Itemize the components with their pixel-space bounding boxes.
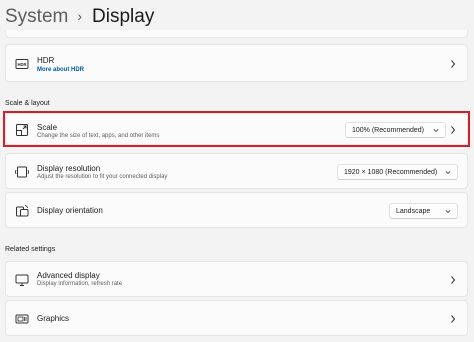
resolution-description: Adjust the resolution to fit your connec… (37, 174, 168, 180)
display-resolution-card[interactable]: Display resolution Adjust the resolution… (5, 153, 468, 189)
related-settings-heading: Related settings (5, 246, 56, 253)
scale-icon (15, 123, 29, 137)
resolution-icon (15, 165, 29, 179)
breadcrumb-separator: › (77, 8, 83, 24)
resolution-dropdown-value: 1920 × 1080 (Recommended) (344, 168, 438, 176)
advanced-display-card[interactable]: Advanced display Display information, re… (5, 261, 468, 297)
scale-layout-heading: Scale & layout (5, 100, 50, 107)
advanced-display-title: Advanced display (37, 271, 100, 280)
scale-description: Change the size of text, apps, and other… (37, 133, 160, 139)
chevron-right-icon (450, 314, 456, 324)
scale-dropdown[interactable]: 100% (Recommended) (345, 122, 446, 138)
chevron-down-icon (433, 128, 439, 133)
scale-title: Scale (37, 123, 58, 132)
chevron-right-icon (450, 59, 456, 69)
resolution-dropdown[interactable]: 1920 × 1080 (Recommended) (337, 164, 458, 180)
previous-card-edge (5, 30, 468, 38)
graphics-card[interactable]: Graphics (5, 300, 468, 336)
chevron-right-icon (450, 275, 456, 285)
hdr-title: HDR (37, 56, 55, 65)
scale-card[interactable]: Scale Change the size of text, apps, and… (5, 113, 468, 145)
chevron-down-icon (445, 209, 451, 214)
chevron-down-icon (445, 170, 451, 175)
orientation-dropdown[interactable]: Landscape (389, 203, 458, 219)
breadcrumb: System › Display (5, 4, 154, 30)
more-about-hdr-link[interactable]: More about HDR (37, 67, 84, 73)
resolution-title: Display resolution (37, 164, 101, 173)
hdr-card[interactable]: HDR HDR More about HDR (5, 44, 468, 82)
graphics-title: Graphics (37, 314, 70, 323)
graphics-icon (15, 312, 29, 326)
display-settings-page: System › Display HDR HDR More about HDR … (0, 0, 474, 342)
hdr-icon: HDR (15, 57, 29, 71)
advanced-display-description: Display information, refresh rate (37, 281, 123, 287)
svg-text:HDR: HDR (17, 62, 26, 67)
breadcrumb-system[interactable]: System (5, 6, 68, 28)
display-orientation-card[interactable]: Display orientation Landscape (5, 192, 468, 228)
page-title: Display (92, 6, 155, 27)
orientation-title: Display orientation (37, 206, 103, 215)
monitor-icon (15, 273, 29, 287)
orientation-dropdown-value: Landscape (396, 207, 431, 215)
orientation-icon (15, 204, 29, 218)
chevron-right-icon[interactable] (450, 125, 456, 135)
scale-dropdown-value: 100% (Recommended) (352, 126, 424, 134)
